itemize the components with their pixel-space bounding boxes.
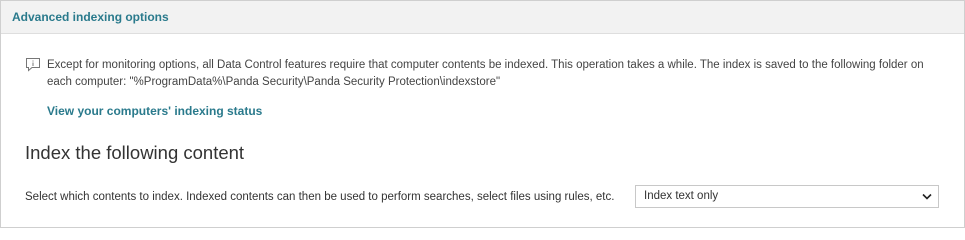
view-indexing-status-link[interactable]: View your computers' indexing status	[47, 104, 262, 118]
panel-title: Advanced indexing options	[12, 10, 169, 24]
indexing-info-text: Except for monitoring options, all Data …	[47, 59, 924, 88]
panel-header: Advanced indexing options	[1, 1, 964, 34]
info-icon	[26, 58, 40, 72]
index-select-label: Select which contents to index. Indexed …	[25, 191, 615, 203]
index-content-select[interactable]: Index text only	[635, 185, 939, 208]
chevron-down-icon	[922, 193, 932, 200]
index-content-heading: Index the following content	[25, 142, 245, 163]
index-select-value: Index text only	[644, 190, 719, 202]
advanced-indexing-panel: Advanced indexing options Except for mon…	[0, 0, 965, 228]
